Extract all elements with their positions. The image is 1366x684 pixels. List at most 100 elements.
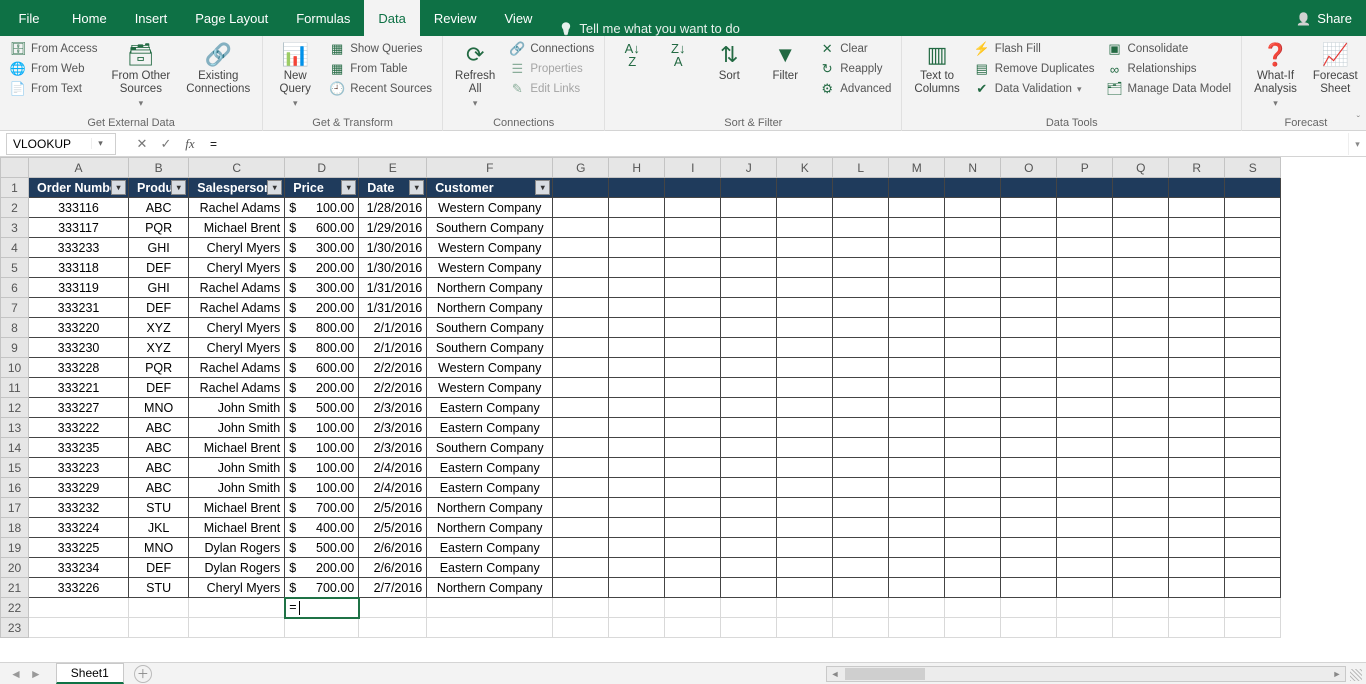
row-header-7[interactable]: 7 bbox=[1, 298, 29, 318]
cell-A14[interactable]: 333235 bbox=[29, 438, 129, 458]
cell-D11[interactable]: $200.00 bbox=[285, 378, 359, 398]
cell-K20[interactable] bbox=[777, 558, 833, 578]
from-text-button[interactable]: 📄From Text bbox=[8, 80, 99, 98]
cell-O1[interactable] bbox=[1001, 178, 1057, 198]
cell-F16[interactable]: Eastern Company bbox=[427, 478, 553, 498]
cell-K1[interactable] bbox=[777, 178, 833, 198]
cell-K14[interactable] bbox=[777, 438, 833, 458]
cell-M8[interactable] bbox=[889, 318, 945, 338]
cell-C23[interactable] bbox=[189, 618, 285, 638]
cell-F1[interactable]: Customer bbox=[427, 178, 553, 198]
cell-N22[interactable] bbox=[945, 598, 1001, 618]
filter-dropdown-B[interactable] bbox=[171, 180, 186, 195]
cell-J22[interactable] bbox=[721, 598, 777, 618]
cell-L13[interactable] bbox=[833, 418, 889, 438]
cell-G10[interactable] bbox=[553, 358, 609, 378]
cell-K22[interactable] bbox=[777, 598, 833, 618]
cell-L20[interactable] bbox=[833, 558, 889, 578]
cell-O20[interactable] bbox=[1001, 558, 1057, 578]
cell-A3[interactable]: 333117 bbox=[29, 218, 129, 238]
cell-Q2[interactable] bbox=[1113, 198, 1169, 218]
cell-C11[interactable]: Rachel Adams bbox=[189, 378, 285, 398]
row-header-21[interactable]: 21 bbox=[1, 578, 29, 598]
cell-N15[interactable] bbox=[945, 458, 1001, 478]
filter-dropdown-F[interactable] bbox=[535, 180, 550, 195]
cell-K21[interactable] bbox=[777, 578, 833, 598]
cell-E22[interactable] bbox=[359, 598, 427, 618]
cell-E1[interactable]: Date bbox=[359, 178, 427, 198]
cell-J15[interactable] bbox=[721, 458, 777, 478]
cell-M3[interactable] bbox=[889, 218, 945, 238]
cell-E14[interactable]: 2/3/2016 bbox=[359, 438, 427, 458]
filter-dropdown-A[interactable] bbox=[111, 180, 126, 195]
cell-K2[interactable] bbox=[777, 198, 833, 218]
cell-S21[interactable] bbox=[1225, 578, 1281, 598]
cell-B8[interactable]: XYZ bbox=[129, 318, 189, 338]
resize-grip[interactable] bbox=[1350, 669, 1362, 681]
cell-K8[interactable] bbox=[777, 318, 833, 338]
cell-K4[interactable] bbox=[777, 238, 833, 258]
cell-N2[interactable] bbox=[945, 198, 1001, 218]
cell-J16[interactable] bbox=[721, 478, 777, 498]
row-header-5[interactable]: 5 bbox=[1, 258, 29, 278]
cell-C9[interactable]: Cheryl Myers bbox=[189, 338, 285, 358]
cell-D1[interactable]: Price bbox=[285, 178, 359, 198]
row-header-17[interactable]: 17 bbox=[1, 498, 29, 518]
cell-K10[interactable] bbox=[777, 358, 833, 378]
cell-S9[interactable] bbox=[1225, 338, 1281, 358]
cell-F6[interactable]: Northern Company bbox=[427, 278, 553, 298]
cell-G23[interactable] bbox=[553, 618, 609, 638]
cell-O10[interactable] bbox=[1001, 358, 1057, 378]
cell-F21[interactable]: Northern Company bbox=[427, 578, 553, 598]
menu-tab-review[interactable]: Review bbox=[420, 0, 491, 36]
cell-R11[interactable] bbox=[1169, 378, 1225, 398]
cell-L3[interactable] bbox=[833, 218, 889, 238]
cell-H20[interactable] bbox=[609, 558, 665, 578]
cell-D10[interactable]: $600.00 bbox=[285, 358, 359, 378]
cell-S2[interactable] bbox=[1225, 198, 1281, 218]
cell-O21[interactable] bbox=[1001, 578, 1057, 598]
cell-B3[interactable]: PQR bbox=[129, 218, 189, 238]
recent-sources-button[interactable]: 🕘Recent Sources bbox=[327, 80, 434, 98]
cell-S19[interactable] bbox=[1225, 538, 1281, 558]
cell-R17[interactable] bbox=[1169, 498, 1225, 518]
cell-M23[interactable] bbox=[889, 618, 945, 638]
cell-N8[interactable] bbox=[945, 318, 1001, 338]
cell-E6[interactable]: 1/31/2016 bbox=[359, 278, 427, 298]
cell-I5[interactable] bbox=[665, 258, 721, 278]
cell-A23[interactable] bbox=[29, 618, 129, 638]
cell-J2[interactable] bbox=[721, 198, 777, 218]
cell-N18[interactable] bbox=[945, 518, 1001, 538]
cell-B7[interactable]: DEF bbox=[129, 298, 189, 318]
cell-M1[interactable] bbox=[889, 178, 945, 198]
cell-P12[interactable] bbox=[1057, 398, 1113, 418]
column-header-K[interactable]: K bbox=[777, 158, 833, 178]
cell-S1[interactable] bbox=[1225, 178, 1281, 198]
cell-Q20[interactable] bbox=[1113, 558, 1169, 578]
cell-I20[interactable] bbox=[665, 558, 721, 578]
cell-J12[interactable] bbox=[721, 398, 777, 418]
cell-Q6[interactable] bbox=[1113, 278, 1169, 298]
cell-F15[interactable]: Eastern Company bbox=[427, 458, 553, 478]
cell-R3[interactable] bbox=[1169, 218, 1225, 238]
cell-F4[interactable]: Western Company bbox=[427, 238, 553, 258]
column-header-D[interactable]: D bbox=[285, 158, 359, 178]
cell-E19[interactable]: 2/6/2016 bbox=[359, 538, 427, 558]
cell-A22[interactable] bbox=[29, 598, 129, 618]
cell-E10[interactable]: 2/2/2016 bbox=[359, 358, 427, 378]
menu-tab-view[interactable]: View bbox=[491, 0, 547, 36]
cell-E13[interactable]: 2/3/2016 bbox=[359, 418, 427, 438]
cell-C12[interactable]: John Smith bbox=[189, 398, 285, 418]
cell-A12[interactable]: 333227 bbox=[29, 398, 129, 418]
cell-S16[interactable] bbox=[1225, 478, 1281, 498]
cell-N7[interactable] bbox=[945, 298, 1001, 318]
cell-I3[interactable] bbox=[665, 218, 721, 238]
cell-M10[interactable] bbox=[889, 358, 945, 378]
cell-N9[interactable] bbox=[945, 338, 1001, 358]
cell-F7[interactable]: Northern Company bbox=[427, 298, 553, 318]
cell-A20[interactable]: 333234 bbox=[29, 558, 129, 578]
cell-F13[interactable]: Eastern Company bbox=[427, 418, 553, 438]
cell-A17[interactable]: 333232 bbox=[29, 498, 129, 518]
cell-A9[interactable]: 333230 bbox=[29, 338, 129, 358]
cell-A18[interactable]: 333224 bbox=[29, 518, 129, 538]
